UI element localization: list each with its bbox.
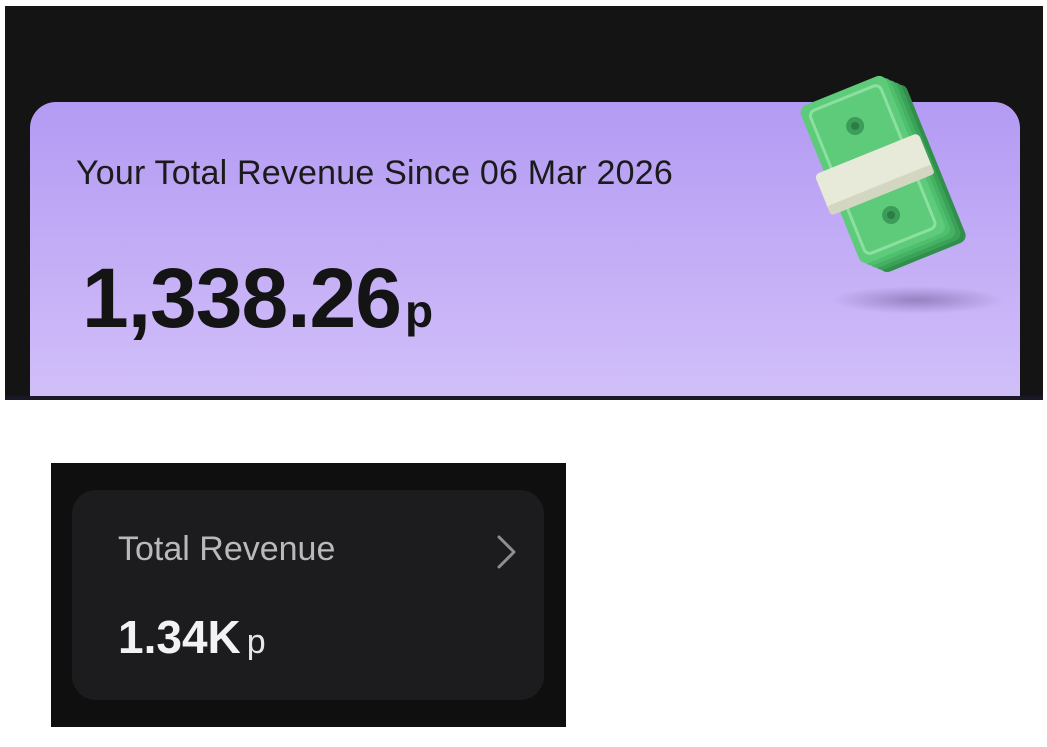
total-revenue-summary-card[interactable]: Total Revenue 1.34K p [72, 490, 544, 700]
money-shadow [830, 286, 1005, 314]
summary-amount: 1.34K p [118, 610, 266, 664]
revenue-amount-value: 1,338.26 [82, 251, 402, 345]
summary-amount-value: 1.34K [118, 611, 241, 663]
screenshot-canvas: Your Total Revenue Since 06 Mar 2026 1,3… [0, 0, 1047, 747]
money-stack-icon [800, 75, 966, 273]
summary-amount-unit: p [246, 623, 266, 661]
summary-title: Total Revenue [118, 530, 336, 568]
bottom-panel: Total Revenue 1.34K p [51, 463, 566, 727]
revenue-amount-unit: p [404, 285, 434, 337]
chevron-right-icon[interactable] [492, 534, 520, 570]
revenue-heading: Your Total Revenue Since 06 Mar 2026 [76, 154, 673, 192]
card-divider [5, 396, 1043, 400]
revenue-amount: 1,338.26p [82, 250, 433, 347]
top-panel: Your Total Revenue Since 06 Mar 2026 1,3… [5, 6, 1043, 400]
